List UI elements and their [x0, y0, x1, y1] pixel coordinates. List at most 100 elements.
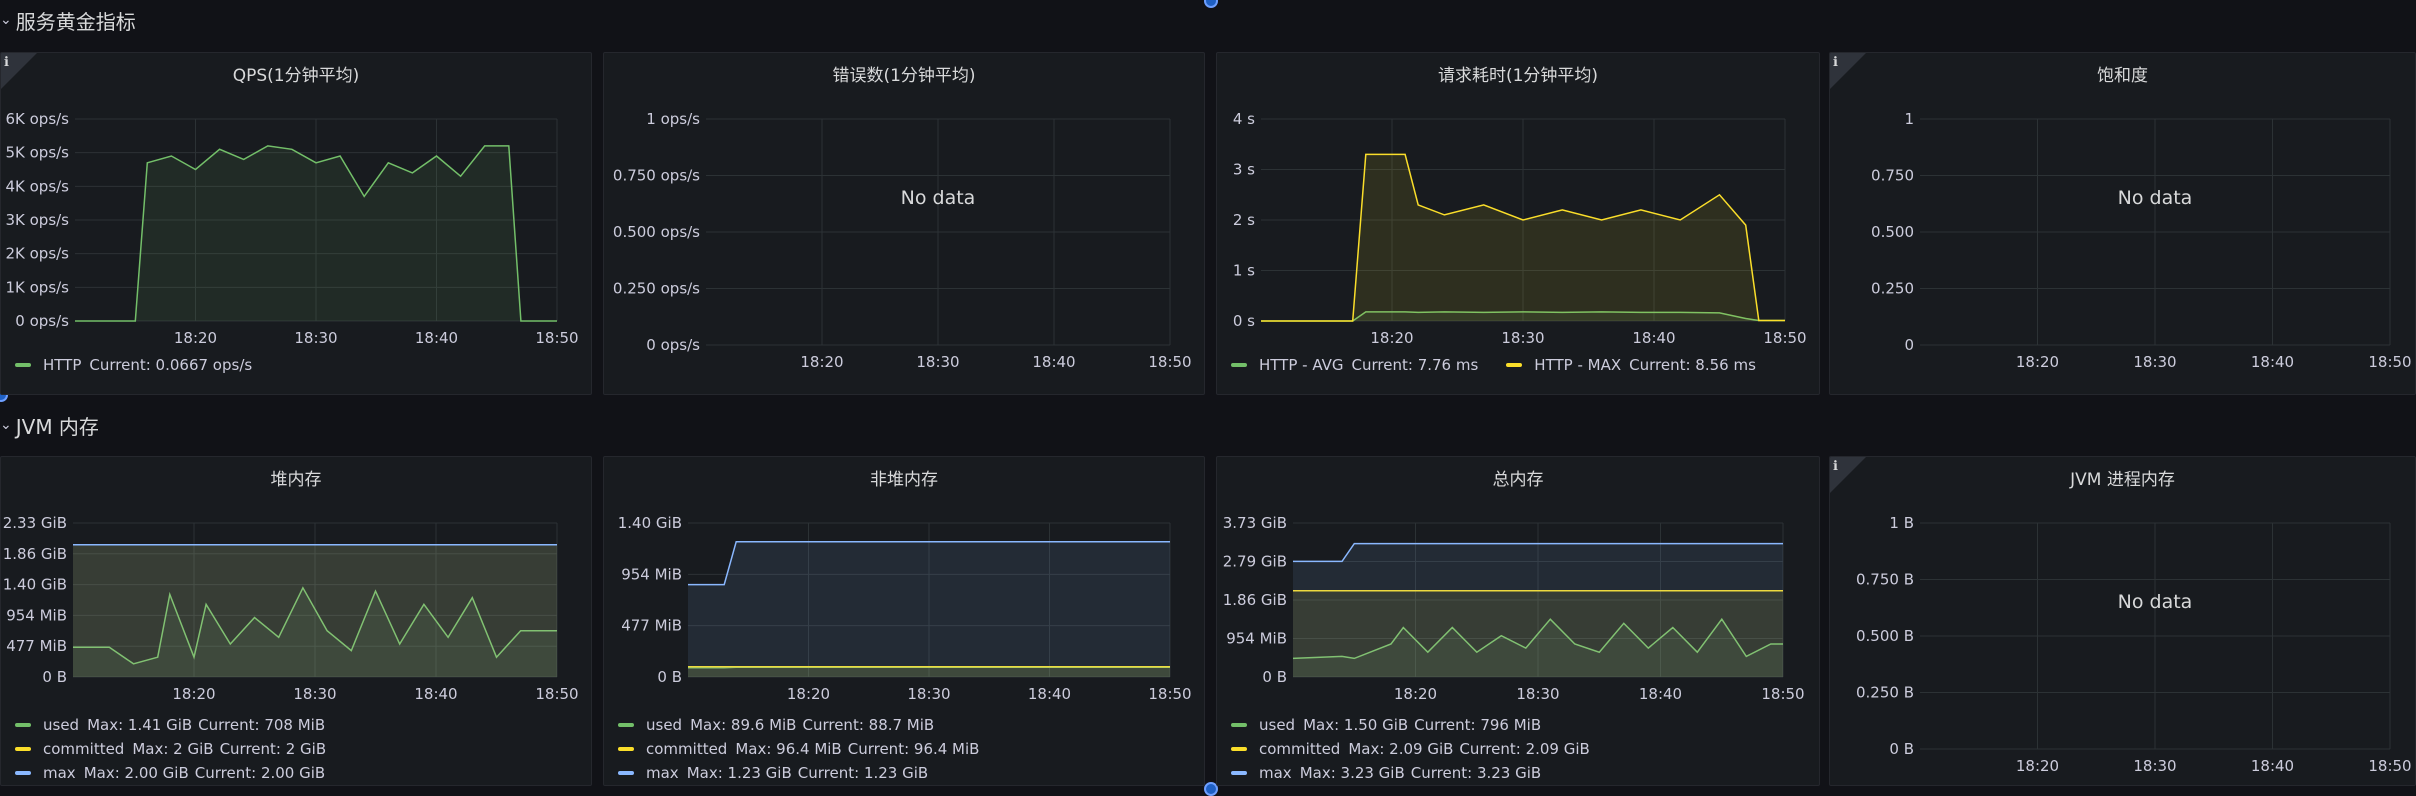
legend-stat: Current: 2.00 GiB — [195, 764, 325, 782]
legend-swatch[interactable] — [618, 747, 634, 751]
y-tick-label: 477 MiB — [621, 617, 682, 635]
x-tick-label: 18:50 — [535, 685, 578, 703]
legend-row: usedMax: 89.6 MiBCurrent: 88.7 MiB — [618, 713, 1007, 737]
legend-item[interactable]: usedMax: 89.6 MiBCurrent: 88.7 MiB — [618, 716, 940, 734]
no-data-label: No data — [901, 187, 976, 209]
legend-series-name[interactable]: committed — [646, 740, 727, 758]
x-tick-label: 18:20 — [172, 685, 215, 703]
row-header-golden-metrics[interactable]: ⌄ 服务黄金指标 — [0, 3, 2416, 37]
graph-jvmproc[interactable]: 1 B0.750 B0.500 B0.250 B0 B18:2018:3018:… — [1830, 457, 2416, 786]
legend-swatch[interactable] — [15, 771, 31, 775]
legend-row: committedMax: 96.4 MiBCurrent: 96.4 MiB — [618, 737, 1007, 761]
y-tick-label: 5K ops/s — [5, 144, 69, 162]
legend-swatch[interactable] — [15, 747, 31, 751]
legend-stat: Max: 96.4 MiB — [735, 740, 841, 758]
legend-row: committedMax: 2 GiBCurrent: 2 GiB — [15, 737, 354, 761]
legend-swatch[interactable] — [15, 363, 31, 367]
legend-swatch[interactable] — [1231, 363, 1247, 367]
no-data-label: No data — [2118, 591, 2193, 613]
legend-stat: Max: 3.23 GiB — [1300, 764, 1405, 782]
legend-item[interactable]: usedMax: 1.41 GiBCurrent: 708 MiB — [15, 716, 331, 734]
y-tick-label: 2.33 GiB — [3, 514, 67, 532]
legend-stat: Current: 3.23 GiB — [1411, 764, 1541, 782]
panel-nonheap[interactable]: 非堆内存1.40 GiB954 MiB477 MiB0 B18:2018:301… — [603, 456, 1205, 786]
legend-row: max Max: 2.00 GiB Current: 2.00 GiB — [15, 761, 354, 785]
y-tick-label: 2K ops/s — [5, 245, 69, 263]
legend-series-name[interactable]: used — [646, 716, 682, 734]
row-header-jvm-memory[interactable]: ⌄ JVM 内存 — [0, 408, 2416, 442]
legend-series-name[interactable]: used — [43, 716, 79, 734]
panel-errors[interactable]: 错误数(1分钟平均)1 ops/s0.750 ops/s0.500 ops/s0… — [603, 52, 1205, 395]
y-tick-label: 1 s — [1233, 262, 1255, 280]
legend-swatch[interactable] — [15, 723, 31, 727]
legend-stat: Max: 2.00 GiB — [84, 764, 189, 782]
y-tick-label: 954 MiB — [621, 565, 682, 583]
x-tick-label: 18:30 — [907, 685, 950, 703]
panel-latency[interactable]: 请求耗时(1分钟平均)4 s3 s2 s1 s0 s18:2018:3018:4… — [1216, 52, 1820, 395]
y-tick-label: 0.500 ops/s — [613, 223, 700, 241]
legend-series-name[interactable]: max — [43, 764, 76, 782]
x-tick-label: 18:40 — [2251, 353, 2294, 371]
legend-stat: Current: 2.09 GiB — [1459, 740, 1589, 758]
y-tick-label: 3K ops/s — [5, 211, 69, 229]
legend-series-name[interactable]: max — [1259, 764, 1292, 782]
legend-swatch[interactable] — [618, 771, 634, 775]
x-tick-label: 18:40 — [2251, 757, 2294, 775]
legend-item[interactable]: HTTP - MAXCurrent: 8.56 ms — [1506, 356, 1762, 374]
chevron-down-icon: ⌄ — [0, 12, 12, 28]
legend: usedMax: 1.41 GiBCurrent: 708 MiB committ… — [15, 713, 354, 785]
x-tick-label: 18:30 — [2133, 353, 2176, 371]
legend-item[interactable]: HTTP - AVG Current: 7.76 ms — [1231, 356, 1484, 374]
y-tick-label: 1.40 GiB — [618, 514, 682, 532]
y-tick-label: 0.750 B — [1856, 571, 1914, 589]
panel-qps[interactable]: ℹQPS(1分钟平均)6K ops/s5K ops/s4K ops/s3K op… — [0, 52, 592, 395]
legend-stat: Max: 89.6 MiB — [690, 716, 796, 734]
legend-stat: Current: 7.76 ms — [1352, 356, 1479, 374]
legend-swatch[interactable] — [618, 723, 634, 727]
panel-heap[interactable]: 堆内存2.33 GiB1.86 GiB1.40 GiB954 MiB477 Mi… — [0, 456, 592, 786]
y-tick-label: 477 MiB — [6, 637, 67, 655]
legend-item[interactable]: committedMax: 96.4 MiBCurrent: 96.4 MiB — [618, 740, 985, 758]
x-tick-label: 18:20 — [1370, 329, 1413, 347]
legend-swatch[interactable] — [1231, 771, 1247, 775]
legend-stat: Current: 796 MiB — [1414, 716, 1541, 734]
legend-item[interactable]: max Max: 2.00 GiB Current: 2.00 GiB — [15, 764, 331, 782]
graph-errors[interactable]: 1 ops/s0.750 ops/s0.500 ops/s0.250 ops/s… — [604, 53, 1205, 395]
legend-item[interactable]: max Max: 3.23 GiB Current: 3.23 GiB — [1231, 764, 1547, 782]
x-tick-label: 18:40 — [1028, 685, 1071, 703]
y-tick-label: 0.250 ops/s — [613, 280, 700, 298]
legend-series-name[interactable]: HTTP — [43, 356, 81, 374]
legend-stat: Current: 1.23 GiB — [798, 764, 928, 782]
legend-series-name[interactable]: committed — [1259, 740, 1340, 758]
legend-item[interactable]: maxMax: 1.23 GiBCurrent: 1.23 GiB — [618, 764, 934, 782]
legend-item[interactable]: committedMax: 2.09 GiBCurrent: 2.09 GiB — [1231, 740, 1596, 758]
graph-latency[interactable]: 4 s3 s2 s1 s0 s18:2018:3018:4018:50 — [1217, 53, 1820, 395]
x-tick-label: 18:30 — [2133, 757, 2176, 775]
legend-stat: Max: 1.50 GiB — [1303, 716, 1408, 734]
graph-saturation[interactable]: 10.7500.5000.250018:2018:3018:4018:50No … — [1830, 53, 2416, 395]
legend-series-name[interactable]: used — [1259, 716, 1295, 734]
legend-swatch[interactable] — [1231, 747, 1247, 751]
y-tick-label: 954 MiB — [1226, 630, 1287, 648]
y-tick-label: 0.750 — [1871, 167, 1914, 185]
row-title: 服务黄金指标 — [16, 6, 136, 35]
legend-item[interactable]: committedMax: 2 GiBCurrent: 2 GiB — [15, 740, 332, 758]
legend-item[interactable]: HTTPCurrent: 0.0667 ops/s — [15, 356, 258, 374]
y-tick-label: 0.500 B — [1856, 627, 1914, 645]
legend-series-name[interactable]: HTTP - MAX — [1534, 356, 1621, 374]
legend-series-name[interactable]: HTTP - AVG — [1259, 356, 1344, 374]
y-tick-label: 0.500 — [1871, 223, 1914, 241]
panel-jvmproc[interactable]: ℹJVM 进程内存1 B0.750 B0.500 B0.250 B0 B18:2… — [1829, 456, 2416, 786]
x-tick-label: 18:30 — [293, 685, 336, 703]
panel-saturation[interactable]: ℹ饱和度10.7500.5000.250018:2018:3018:4018:5… — [1829, 52, 2416, 395]
legend-swatch[interactable] — [1506, 363, 1522, 367]
series-area-max — [73, 545, 557, 677]
panel-total[interactable]: 总内存3.73 GiB2.79 GiB1.86 GiB954 MiB0 B18:… — [1216, 456, 1820, 786]
x-tick-label: 18:20 — [2016, 757, 2059, 775]
legend-stat: Current: 708 MiB — [198, 716, 325, 734]
legend-series-name[interactable]: max — [646, 764, 679, 782]
legend-item[interactable]: used Max: 1.50 GiB Current: 796 MiB — [1231, 716, 1547, 734]
legend-series-name[interactable]: committed — [43, 740, 124, 758]
graph-qps[interactable]: 6K ops/s5K ops/s4K ops/s3K ops/s2K ops/s… — [1, 53, 592, 395]
legend-swatch[interactable] — [1231, 723, 1247, 727]
